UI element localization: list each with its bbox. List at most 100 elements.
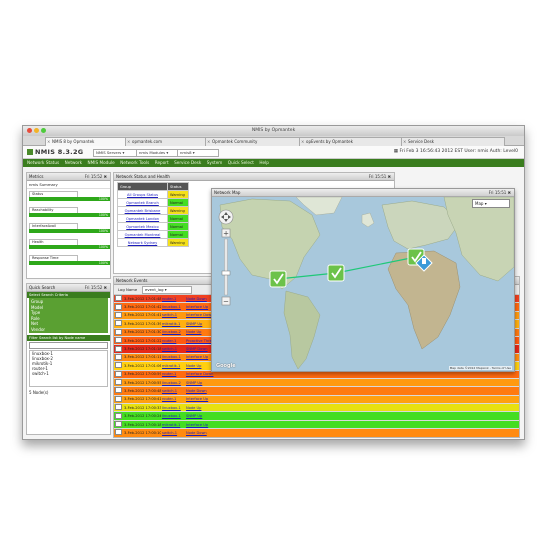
browser-tab[interactable]: × Service Desk xyxy=(401,137,505,146)
event-time: 3-Feb-2012 17:01:11 xyxy=(123,353,161,363)
menu-quick-select[interactable]: Quick Select xyxy=(228,159,254,167)
world-map[interactable]: +− xyxy=(212,197,514,372)
event-node-link[interactable]: router-1 xyxy=(161,437,185,438)
event-node-link[interactable]: switch-1 xyxy=(161,386,185,396)
menu-network[interactable]: Network xyxy=(65,159,82,167)
close-panel-icon[interactable]: ✖ xyxy=(388,174,391,179)
event-row: 3-Feb-2012 17:00:05router-1Interface Dow… xyxy=(114,437,519,438)
metric-bar: 100% xyxy=(29,245,110,249)
menu-nmis-module[interactable]: NMIS Module xyxy=(88,159,115,167)
col-status: Status xyxy=(167,182,189,191)
event-type-link[interactable]: Interface Down xyxy=(185,437,519,438)
event-node-link[interactable]: mikrotik-1 xyxy=(161,420,185,430)
module-select[interactable]: nmis Modules ▾ xyxy=(136,149,178,157)
event-node-link[interactable]: switch-1 xyxy=(161,311,185,321)
close-tab-icon[interactable]: × xyxy=(301,138,304,146)
event-node-link[interactable]: router-1 xyxy=(161,395,185,405)
event-time: 3-Feb-2012 17:00:48 xyxy=(123,386,161,396)
quick-search-header: Quick Search Fri 15:52 ✖ xyxy=(27,284,110,292)
event-time: 3-Feb-2012 17:01:39 xyxy=(123,319,161,329)
event-time: 3-Feb-2012 17:01:42 xyxy=(123,302,161,312)
browser-tab[interactable]: × opEvents by Opmantek xyxy=(299,137,407,146)
close-tab-icon[interactable]: × xyxy=(207,138,210,146)
event-node-link[interactable]: router-1 xyxy=(161,295,185,304)
event-status-icon xyxy=(114,403,123,413)
event-type-link[interactable]: Node Down xyxy=(185,386,519,396)
menu-system[interactable]: System xyxy=(207,159,223,167)
map-node-marker[interactable] xyxy=(269,270,287,288)
group-status: Warning xyxy=(167,190,189,199)
event-time: 3-Feb-2012 17:00:10 xyxy=(123,428,161,437)
window-title: NMIS by Opmantek xyxy=(251,128,296,133)
browser-tab[interactable]: × Opmantek Community xyxy=(205,137,305,146)
group-link[interactable]: Opmantek Branch xyxy=(126,201,159,205)
menu-service-desk[interactable]: Service Desk xyxy=(174,159,201,167)
map-attribution: Map data ©2012 MapLink - Terms of Use xyxy=(448,366,512,370)
filter-header: Filter Search list by Node name xyxy=(27,335,110,341)
instance-select[interactable]: nmis8 ▾ xyxy=(177,149,219,157)
network-status-header: Network Status and Health Fri 15:51 ✖ xyxy=(114,173,394,181)
server-select[interactable]: NMIS Servers ▾ xyxy=(93,149,137,157)
group-link[interactable]: All Groups Status xyxy=(127,193,158,197)
event-node-link[interactable]: mikrotik-1 xyxy=(161,361,185,371)
event-node-link[interactable]: linuxbox-1 xyxy=(161,411,185,421)
google-logo: Google xyxy=(216,363,236,369)
browser-tab-bar: × NMIS 8 by Opmantek × opmantek.com × Opman… xyxy=(23,136,524,146)
menu-network-tools[interactable]: Network Tools xyxy=(120,159,149,167)
group-link[interactable]: Opmantek London xyxy=(126,217,159,221)
group-link[interactable]: Opmantek Brisbane xyxy=(125,209,161,213)
close-tab-icon[interactable]: × xyxy=(127,138,130,146)
close-panel-icon[interactable]: ✖ xyxy=(508,190,511,195)
event-node-link[interactable]: switch-1 xyxy=(161,428,185,437)
event-status-icon xyxy=(114,395,123,405)
event-type-link[interactable]: Interface Up xyxy=(185,420,519,430)
browser-tab[interactable]: × opmantek.com xyxy=(125,137,211,146)
event-status-icon xyxy=(114,336,123,346)
event-row: 3-Feb-2012 17:00:24 linuxbox-1 SNMP Up xyxy=(114,411,519,421)
event-type-link[interactable]: Node Down xyxy=(185,428,519,437)
event-node-link[interactable]: router-1 xyxy=(161,370,185,379)
svg-text:−: − xyxy=(223,298,229,306)
col-group: Group xyxy=(117,182,168,191)
group-status: Normal xyxy=(167,198,189,207)
event-node-link[interactable]: linuxbox-1 xyxy=(161,403,185,413)
event-status-icon xyxy=(114,353,123,363)
map-pan-control[interactable] xyxy=(218,209,234,225)
event-type-link[interactable]: Node Up xyxy=(185,403,519,413)
event-type-link[interactable]: SNMP Up xyxy=(185,378,519,388)
browser-tab[interactable]: × NMIS 8 by Opmantek xyxy=(45,137,131,146)
browser-window: NMIS by Opmantek × NMIS 8 by Opmantek × op… xyxy=(22,125,525,440)
close-tab-icon[interactable]: × xyxy=(47,138,50,146)
event-type-link[interactable]: Interface Up xyxy=(185,395,519,405)
group-row: Opmantek Brisbane Warning xyxy=(117,206,189,215)
event-type-link[interactable]: SNMP Up xyxy=(185,411,519,421)
close-tab-icon[interactable]: × xyxy=(403,138,406,146)
group-link[interactable]: Network Sydney xyxy=(128,241,157,245)
group-link[interactable]: Opmantek Mexico xyxy=(126,225,158,229)
metric-response-time: Response Time 100% xyxy=(29,255,110,265)
group-link[interactable]: Opmantek Montreal xyxy=(125,233,161,237)
menu-help[interactable]: Help xyxy=(259,159,269,167)
close-panel-icon[interactable]: ✖ xyxy=(104,174,107,179)
event-time: 3-Feb-2012 17:01:41 xyxy=(123,311,161,321)
event-time: 3-Feb-2012 17:00:05 xyxy=(123,437,161,438)
node-filter-input[interactable] xyxy=(29,342,108,349)
event-node-link[interactable]: linuxbox-1 xyxy=(161,302,185,312)
criteria-item[interactable]: Vendor xyxy=(29,327,108,333)
event-node-link[interactable]: linuxbox-2 xyxy=(161,328,185,337)
svg-text:+: + xyxy=(223,230,229,238)
map-type-select[interactable]: Map ▾ xyxy=(472,199,510,208)
menu-network-status[interactable]: Network Status xyxy=(27,159,59,167)
event-node-link[interactable]: router-1 xyxy=(161,336,185,346)
map-node-marker[interactable] xyxy=(327,264,345,282)
close-panel-icon[interactable]: ✖ xyxy=(104,285,107,290)
event-node-link[interactable]: linuxbox-1 xyxy=(161,353,185,363)
event-node-link[interactable]: switch-1 xyxy=(161,344,185,354)
main-menu: Network Status Network NMIS Module Netwo… xyxy=(23,159,524,167)
metric-interface-avail: InterfaceAvail 100% xyxy=(29,223,110,233)
network-map-header: Network Map Fri 15:51 ✖ xyxy=(212,189,514,197)
menu-report[interactable]: Report xyxy=(155,159,169,167)
log-name-select[interactable]: event_log ▾ xyxy=(142,286,192,294)
event-node-link[interactable]: mikrotik-1 xyxy=(161,319,185,329)
event-node-link[interactable]: linuxbox-2 xyxy=(161,378,185,388)
